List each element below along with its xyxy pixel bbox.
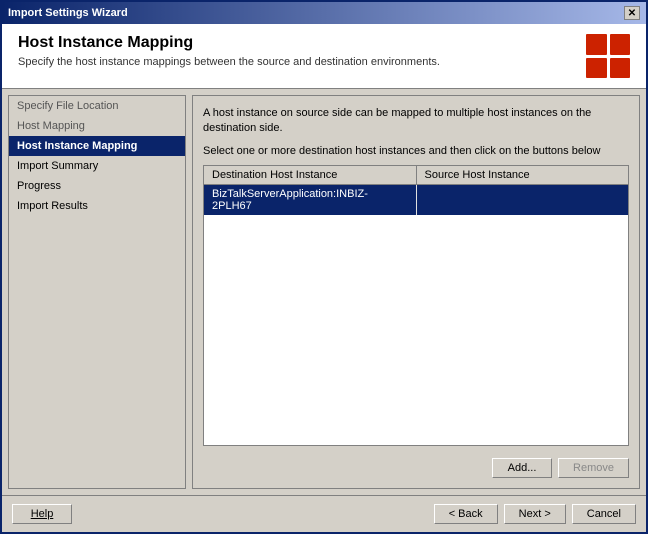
instruction-text: Select one or more destination host inst… xyxy=(203,145,629,157)
next-button[interactable]: Next > xyxy=(504,504,566,524)
logo-square-4 xyxy=(610,58,631,79)
column-destination: Destination Host Instance xyxy=(204,166,417,184)
cell-destination: BizTalkServerApplication:INBIZ-2PLH67 xyxy=(204,185,417,215)
main-window: Import Settings Wizard ✕ Host Instance M… xyxy=(0,0,648,534)
table-header: Destination Host Instance Source Host In… xyxy=(204,166,628,185)
footer: Help < Back Next > Cancel xyxy=(2,495,646,532)
help-label: Help xyxy=(31,508,54,520)
sidebar-item-progress[interactable]: Progress xyxy=(9,176,185,196)
back-button[interactable]: < Back xyxy=(434,504,498,524)
footer-nav-buttons: < Back Next > Cancel xyxy=(434,504,636,524)
main-panel: A host instance on source side can be ma… xyxy=(192,95,640,489)
remove-button[interactable]: Remove xyxy=(558,458,629,478)
header-section: Host Instance Mapping Specify the host i… xyxy=(2,24,646,89)
title-bar: Import Settings Wizard ✕ xyxy=(2,2,646,24)
logo-square-2 xyxy=(610,34,631,55)
cancel-button[interactable]: Cancel xyxy=(572,504,636,524)
page-subtitle: Specify the host instance mappings betwe… xyxy=(18,56,586,68)
logo-icon xyxy=(586,34,630,78)
column-source: Source Host Instance xyxy=(417,166,629,184)
header-text: Host Instance Mapping Specify the host i… xyxy=(18,34,586,68)
sidebar-item-import-results[interactable]: Import Results xyxy=(9,196,185,216)
sidebar-item-host-instance-mapping[interactable]: Host Instance Mapping xyxy=(9,136,185,156)
add-button[interactable]: Add... xyxy=(492,458,552,478)
table-body: BizTalkServerApplication:INBIZ-2PLH67 xyxy=(204,185,628,445)
cell-source xyxy=(417,185,629,215)
table-row[interactable]: BizTalkServerApplication:INBIZ-2PLH67 xyxy=(204,185,628,215)
description-text: A host instance on source side can be ma… xyxy=(203,106,629,137)
sidebar-item-import-summary[interactable]: Import Summary xyxy=(9,156,185,176)
logo-square-1 xyxy=(586,34,607,55)
window-title: Import Settings Wizard xyxy=(8,7,128,19)
table-button-row: Add... Remove xyxy=(203,458,629,478)
close-button[interactable]: ✕ xyxy=(624,6,640,20)
help-button[interactable]: Help xyxy=(12,504,72,524)
sidebar-item-specify-file-location[interactable]: Specify File Location xyxy=(9,96,185,116)
host-instance-table: Destination Host Instance Source Host In… xyxy=(203,165,629,446)
logo-square-3 xyxy=(586,58,607,79)
sidebar-item-host-mapping[interactable]: Host Mapping xyxy=(9,116,185,136)
sidebar: Specify File Location Host Mapping Host … xyxy=(8,95,186,489)
page-title: Host Instance Mapping xyxy=(18,34,586,52)
content-area: Specify File Location Host Mapping Host … xyxy=(2,89,646,495)
